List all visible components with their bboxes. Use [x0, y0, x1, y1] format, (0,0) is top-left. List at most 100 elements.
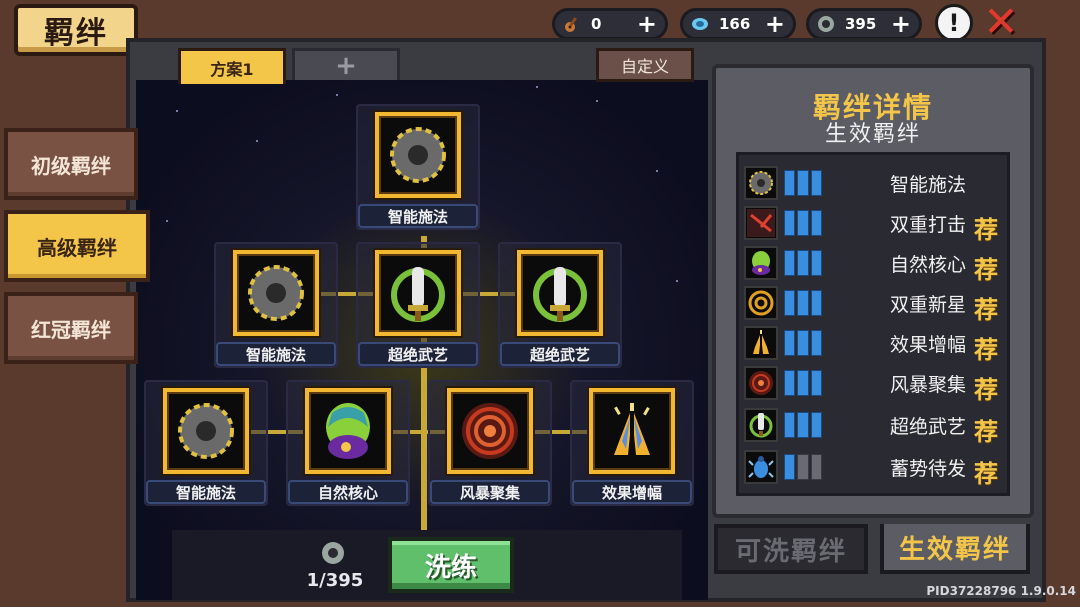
node-label: 超绝武艺 [500, 342, 620, 366]
bond-name: 风暴聚集 [889, 374, 966, 396]
currency-value: 166 [719, 15, 751, 33]
list-item: 超绝武艺 荐 [740, 406, 1030, 446]
refine-cost: 1/395 [306, 570, 364, 591]
row-icon-slot [744, 326, 778, 360]
nature-core-icon [326, 403, 370, 459]
add-scheme-button[interactable]: + [292, 48, 400, 81]
level-bars [784, 412, 822, 438]
page-title: 羁绊 [14, 4, 138, 56]
list-item: 双重新星 荐 [740, 284, 1030, 324]
sidebar-item-advanced-bond[interactable]: 高级羁绊 [4, 210, 150, 282]
bond-node[interactable]: 风暴聚集 [428, 380, 552, 506]
tab-refinable-bonds[interactable]: 可洗羁绊 [714, 524, 868, 574]
node-label: 智能施法 [358, 204, 478, 228]
add-token-button[interactable]: + [891, 12, 911, 36]
node-label: 自然核心 [288, 480, 408, 504]
node-icon-slot [375, 250, 461, 336]
gear-icon [390, 127, 446, 183]
nature-core-icon [752, 251, 770, 275]
bond-node[interactable]: 智能施法 [356, 104, 480, 230]
currency-violin: 0 + [552, 8, 668, 40]
recommended-badge: 荐 [974, 296, 998, 324]
praying-hands-icon [614, 403, 650, 455]
currency-gem: 166 + [680, 8, 796, 40]
bond-name: 自然核心 [889, 254, 966, 276]
bond-node[interactable]: 超绝武艺 [498, 242, 622, 368]
sidebar-item-red-crown-bond[interactable]: 红冠羁绊 [4, 292, 138, 364]
sword-icon [749, 413, 773, 438]
panel-subtitle: 生效羁绊 [824, 122, 921, 147]
bond-name: 超绝武艺 [889, 416, 966, 438]
bond-node[interactable]: 智能施法 [144, 380, 268, 506]
node-icon-slot [305, 388, 391, 474]
bond-name: 效果增幅 [889, 334, 966, 356]
bond-node[interactable]: 效果增幅 [570, 380, 694, 506]
bond-name: 双重新星 [889, 294, 966, 316]
level-bars [784, 250, 822, 276]
currency-value: 0 [591, 15, 602, 33]
list-item: 双重打击 荐 [740, 204, 1030, 244]
bond-name: 智能施法 [889, 174, 966, 196]
level-bars [784, 290, 822, 316]
storm-ring-icon [462, 403, 518, 459]
row-icon-slot [744, 286, 778, 320]
recommended-badge: 荐 [974, 216, 998, 244]
bond-node[interactable]: 超绝武艺 [356, 242, 480, 368]
level-bars [784, 330, 822, 356]
list-item: 效果增幅 荐 [740, 324, 1030, 364]
row-icon-slot [744, 246, 778, 280]
list-item: 蓄势待发 荐 [740, 448, 1030, 488]
row-icon-slot [744, 408, 778, 442]
add-violin-button[interactable]: + [637, 12, 657, 36]
node-label: 超绝武艺 [358, 342, 478, 366]
row-icon-slot [744, 206, 778, 240]
gear-icon [178, 403, 234, 459]
list-item: 自然核心 荐 [740, 244, 1030, 284]
tab-active-bonds[interactable]: 生效羁绊 [880, 524, 1030, 574]
bond-name: 蓄势待发 [889, 458, 966, 480]
row-icon-slot [744, 366, 778, 400]
gear-icon [248, 265, 304, 321]
ring-token-icon [322, 542, 344, 564]
gear-icon [749, 171, 773, 195]
level-bars [784, 210, 822, 236]
list-item: 智能施法 [740, 164, 1030, 202]
tab-scheme-1[interactable]: 方案1 [178, 48, 286, 84]
beetle-icon [748, 456, 774, 478]
bond-name: 双重打击 [889, 214, 966, 236]
list-item: 风暴聚集 荐 [740, 364, 1030, 404]
build-id: PID37228796 1.9.0.14 [926, 584, 1076, 598]
node-icon-slot [447, 388, 533, 474]
blue-gem-icon [692, 18, 708, 30]
ring-token-icon [818, 16, 834, 32]
info-button[interactable]: ! [935, 4, 973, 42]
row-icon-slot [744, 450, 778, 484]
node-icon-slot [233, 250, 319, 336]
double-slash-icon [747, 209, 775, 237]
storm-ring-icon [749, 371, 773, 395]
level-bars [784, 454, 822, 480]
level-bars [784, 370, 822, 396]
row-icon-slot [744, 166, 778, 200]
node-icon-slot [375, 112, 461, 198]
node-icon-slot [517, 250, 603, 336]
custom-button[interactable]: 自定义 [596, 48, 694, 82]
node-label: 效果增幅 [572, 480, 692, 504]
recommended-badge: 荐 [974, 336, 998, 364]
bond-node[interactable]: 智能施法 [214, 242, 338, 368]
bond-node[interactable]: 自然核心 [286, 380, 410, 506]
praying-hands-icon [753, 330, 769, 354]
add-gem-button[interactable]: + [765, 12, 785, 36]
node-icon-slot [163, 388, 249, 474]
node-label: 智能施法 [146, 480, 266, 504]
node-icon-slot [589, 388, 675, 474]
currency-value: 395 [845, 15, 877, 33]
recommended-badge: 荐 [974, 460, 998, 488]
recommended-badge: 荐 [974, 256, 998, 284]
nova-rings-icon [748, 290, 774, 316]
sidebar-item-basic-bond[interactable]: 初级羁绊 [4, 128, 138, 200]
sword-icon [533, 267, 587, 322]
refine-button[interactable]: 洗练 [388, 537, 514, 593]
currency-token: 395 + [806, 8, 922, 40]
recommended-badge: 荐 [974, 376, 998, 404]
